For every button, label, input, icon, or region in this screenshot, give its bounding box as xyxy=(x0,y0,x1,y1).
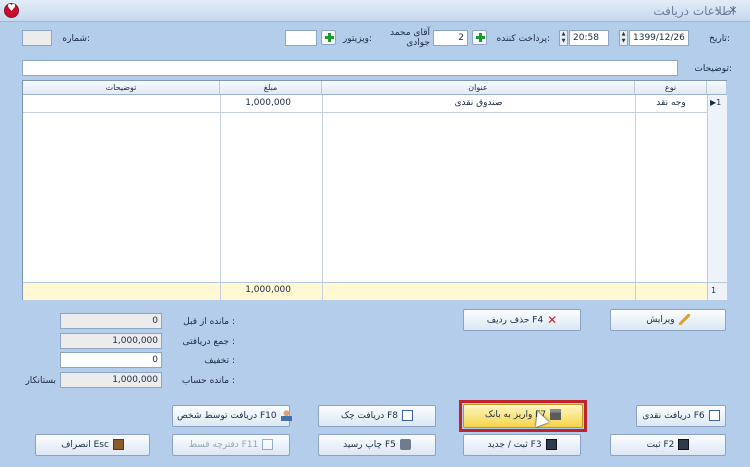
print-receipt-label: چاپ رسید F5 xyxy=(343,440,396,450)
add-payer-plus-icon[interactable] xyxy=(472,30,487,45)
edit-button-label: ویرایش xyxy=(646,315,675,325)
footer-divider xyxy=(220,283,221,300)
document-icon xyxy=(402,410,413,421)
balance-label: مانده حساب : xyxy=(181,376,235,386)
table-cell-type[interactable]: وجه نقد xyxy=(638,96,704,111)
footer-divider xyxy=(322,283,323,300)
footer-total: 1,000,000 xyxy=(245,285,291,295)
minimize-icon[interactable]: – xyxy=(710,3,724,17)
prev-balance-field: 0 xyxy=(60,313,162,329)
receipt-grid[interactable]: نوع عنوان مبلغ توضیحات ▶1 وجه نقد صندوق … xyxy=(22,80,727,300)
x-icon: ✕ xyxy=(547,313,558,327)
save-label: ثبت F2 xyxy=(646,440,675,450)
table-cell-notes[interactable] xyxy=(25,96,217,111)
row-separator xyxy=(23,112,707,113)
grid-divider xyxy=(220,95,221,282)
col-indicator-header xyxy=(707,81,727,95)
row-indicator[interactable]: ▶1 xyxy=(710,98,721,107)
notes-label: توضیحات: xyxy=(694,64,732,74)
balance-field: 1,000,000 xyxy=(60,372,162,388)
installment-book-button[interactable]: دفترچه قسط F11 xyxy=(172,434,290,456)
title-bar: اطلاعات دریافت × – xyxy=(0,0,750,22)
receive-by-person-button[interactable]: دریافت توسط شخص F10 xyxy=(172,405,292,427)
floppy-icon xyxy=(545,439,557,450)
prev-balance-label: مانده از قبل : xyxy=(183,317,235,327)
table-cell-title[interactable]: صندوق نقدی xyxy=(325,96,632,111)
add-visitor-plus-icon[interactable] xyxy=(321,30,336,45)
print-receipt-button[interactable]: چاپ رسید F5 xyxy=(318,434,436,456)
total-label: جمع دریافتی : xyxy=(182,337,235,347)
col-notes-header[interactable]: توضیحات xyxy=(23,81,220,95)
date-field[interactable]: 1399/12/26 xyxy=(629,30,689,46)
table-cell-amount[interactable]: 1,000,000 xyxy=(223,96,291,111)
footer-index: 1 xyxy=(707,282,727,300)
delete-row-label: حذف ردیف F4 xyxy=(486,315,544,326)
col-type-header[interactable]: نوع xyxy=(635,81,707,95)
cash-receipt-button[interactable]: دریافت نقدی F6 xyxy=(636,405,726,427)
date-label: تاریخ: xyxy=(709,34,730,44)
receive-by-person-label: دریافت توسط شخص F10 xyxy=(177,411,277,421)
save-button[interactable]: ثبت F2 xyxy=(610,434,726,456)
time-spinner[interactable]: ▲ ▼ xyxy=(559,30,568,46)
grid-divider xyxy=(322,95,323,282)
floppy-icon xyxy=(678,439,690,450)
save-new-button[interactable]: ثبت / جدید F3 xyxy=(463,434,581,456)
highlight-frame xyxy=(459,400,587,432)
cash-receipt-label: دریافت نقدی F6 xyxy=(642,411,705,421)
edit-button[interactable]: ویرایش xyxy=(610,309,726,331)
grid-divider xyxy=(635,95,636,282)
number-field xyxy=(22,30,52,46)
person-icon xyxy=(280,410,292,421)
document-icon xyxy=(262,439,274,450)
payer-code-field[interactable]: 2 xyxy=(433,30,468,46)
footer-divider xyxy=(635,283,636,300)
close-icon[interactable]: × xyxy=(726,3,740,17)
payer-name: آقای محمد جوادی xyxy=(389,28,430,48)
check-receipt-button[interactable]: دریافت چک F8 xyxy=(318,405,436,427)
app-logo-icon xyxy=(4,3,19,18)
notes-input[interactable] xyxy=(22,60,678,76)
discount-label: تخفیف : xyxy=(204,356,235,366)
document-icon xyxy=(708,410,720,421)
time-field[interactable]: 20:58 xyxy=(569,30,609,46)
save-new-label: ثبت / جدید F3 xyxy=(487,440,542,450)
visitor-label: ویزیتور: xyxy=(342,34,372,44)
col-title-header[interactable]: عنوان xyxy=(322,81,635,95)
discount-field[interactable]: 0 xyxy=(60,352,162,368)
installment-book-label: دفترچه قسط F11 xyxy=(188,440,259,450)
cancel-label: انصراف Esc xyxy=(61,440,109,450)
balance-status: بستانکار xyxy=(25,376,56,386)
date-spinner[interactable]: ▲ ▼ xyxy=(619,30,628,46)
payer-label: پرداخت کننده: xyxy=(496,34,550,44)
delete-row-button[interactable]: حذف ردیف F4 ✕ xyxy=(463,309,581,331)
visitor-field[interactable] xyxy=(285,30,317,46)
grid-footer-row: 1,000,000 xyxy=(23,282,707,300)
pencil-icon xyxy=(678,314,690,325)
check-receipt-label: دریافت چک F8 xyxy=(341,411,398,421)
cancel-button[interactable]: انصراف Esc xyxy=(35,434,150,456)
total-field: 1,000,000 xyxy=(60,333,162,349)
door-icon xyxy=(112,439,124,450)
row-indicator-column: ▶1 xyxy=(707,95,727,282)
number-label: شماره: xyxy=(62,34,90,44)
printer-icon xyxy=(399,439,411,450)
col-amount-header[interactable]: مبلغ xyxy=(220,81,322,95)
